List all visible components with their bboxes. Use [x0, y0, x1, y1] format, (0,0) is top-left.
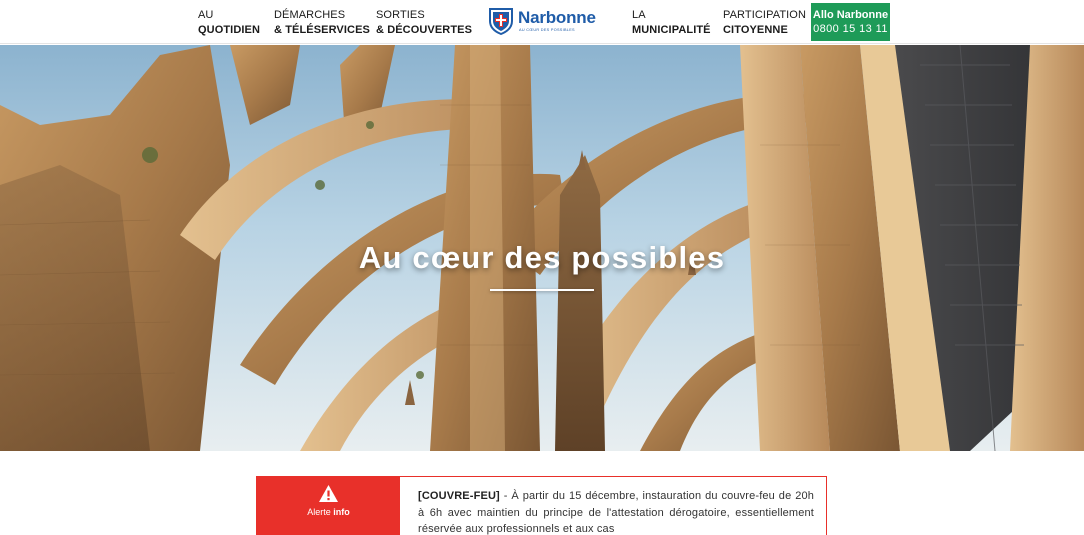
alert-label-prefix: Alerte [307, 507, 331, 517]
allo-title: Allo Narbonne [812, 9, 889, 21]
allo-narbonne-button[interactable]: Allo Narbonne 0800 15 13 11 [811, 3, 890, 41]
hero-banner: Au cœur des possibles [0, 45, 1084, 451]
nav-label-line2: & DÉCOUVERTES [376, 24, 473, 36]
alert-label-strong: info [333, 507, 350, 517]
nav-demarches-teleservices[interactable]: DÉMARCHES & TÉLÉSERVICES [274, 8, 370, 38]
alert-tag: [COUVRE-FEU] [418, 490, 500, 502]
nav-label-line1: SORTIES [376, 9, 425, 21]
hero-title-underline [490, 289, 594, 291]
nav-label-line2: MUNICIPALITÉ [632, 24, 711, 36]
logo-name: Narbonne [518, 8, 596, 27]
logo-tagline: AU CŒUR DES POSSIBLES [519, 28, 575, 32]
alert-banner[interactable]: Alerte info [COUVRE-FEU] - À partir du 1… [256, 476, 827, 535]
alert-message: [COUVRE-FEU] - À partir du 15 décembre, … [418, 488, 814, 535]
nav-label-line1: AU [198, 9, 214, 21]
nav-label-line2: QUOTIDIEN [198, 24, 261, 36]
nav-au-quotidien[interactable]: AU QUOTIDIEN [198, 8, 260, 38]
nav-label-line2: & TÉLÉSERVICES [274, 24, 370, 36]
nav-label-line2: CITOYENNE [723, 24, 788, 36]
nav-la-municipalite[interactable]: LA MUNICIPALITÉ [632, 8, 711, 38]
warning-triangle-icon [319, 485, 338, 502]
site-header: AU QUOTIDIEN DÉMARCHES & TÉLÉSERVICES SO… [0, 0, 1084, 44]
site-logo[interactable]: Narbonne AU CŒUR DES POSSIBLES [488, 7, 598, 37]
nav-label-line1: PARTICIPATION [723, 9, 806, 21]
hero-title: Au cœur des possibles [358, 240, 726, 275]
alert-label: Alerte info [257, 507, 400, 518]
nav-label-line1: LA [632, 9, 646, 21]
allo-phone-number: 0800 15 13 11 [813, 23, 888, 35]
nav-label-line1: DÉMARCHES [274, 9, 346, 21]
nav-sorties-decouvertes[interactable]: SORTIES & DÉCOUVERTES [376, 8, 472, 38]
nav-participation-citoyenne[interactable]: PARTICIPATION CITOYENNE [723, 8, 806, 38]
city-shield-icon [489, 8, 513, 35]
alert-badge: Alerte info [257, 477, 400, 535]
